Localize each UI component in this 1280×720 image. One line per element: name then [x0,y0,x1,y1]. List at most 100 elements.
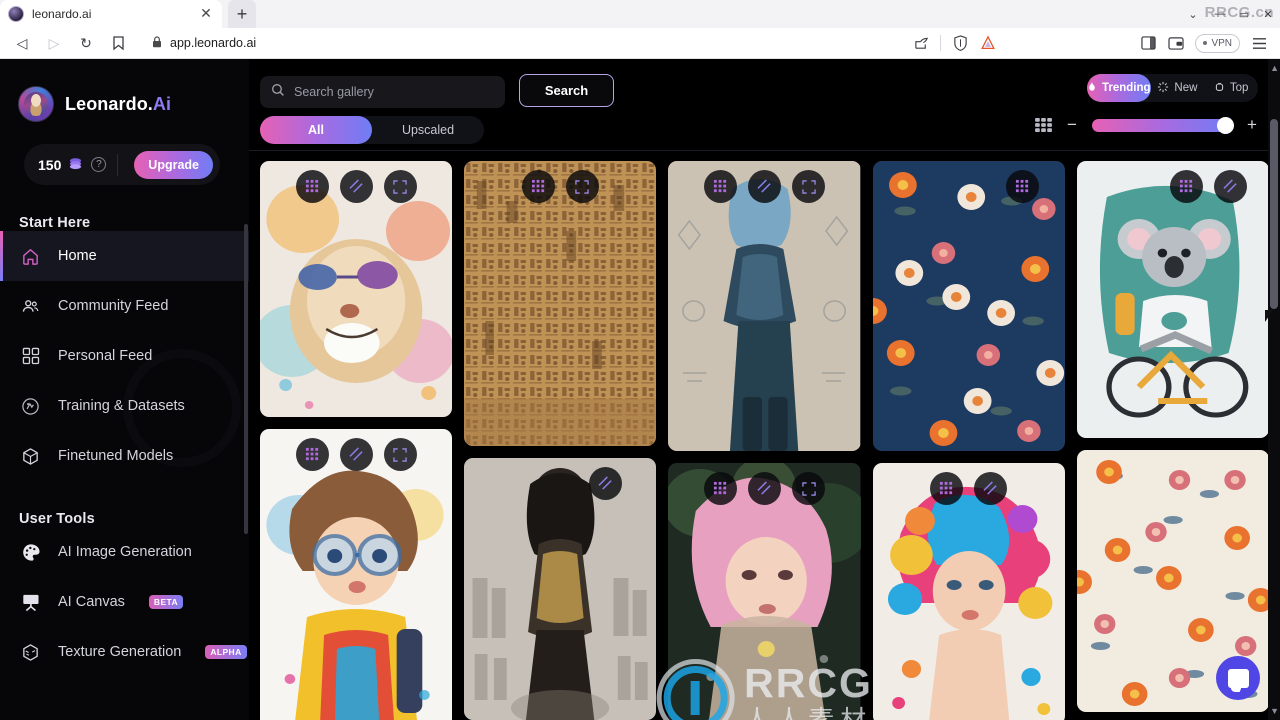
sidebar-item-label: Community Feed [58,298,169,314]
upscale-icon[interactable] [339,438,373,471]
expand-icon[interactable] [792,472,825,505]
upscale-icon[interactable] [748,170,781,203]
sidebar-item-label: AI Canvas [58,594,125,610]
web-page: Leonardo.Ai 150 ? Upgrade Start Here Hom… [0,59,1280,720]
upscale-icon[interactable] [974,472,1008,505]
back-icon[interactable]: ◁ [8,30,36,56]
gallery-column [464,161,657,720]
new-tab-button[interactable]: + [228,0,256,28]
zoom-slider-knob[interactable] [1217,116,1234,134]
brave-leo-icon[interactable] [975,30,1001,56]
expand-icon[interactable] [383,438,417,471]
remix-icon[interactable] [704,472,737,505]
sidebar-item-home[interactable]: Home [0,231,249,281]
sidebar-item-training-datasets[interactable]: Training & Datasets [0,381,249,431]
gallery-column [260,161,453,720]
gallery-card[interactable] [872,161,1065,451]
sidebar-item-label: Finetuned Models [58,448,174,464]
hamburger-menu-icon[interactable] [1246,30,1272,56]
expand-icon[interactable] [383,170,417,203]
scrollbar-thumb[interactable] [1270,119,1278,309]
gallery-card[interactable] [464,161,657,446]
sidebar-item-ai-image-generation[interactable]: AI Image Generation [0,527,249,577]
card-action-bar [873,472,1065,505]
upgrade-button[interactable]: Upgrade [134,150,213,179]
tab-top[interactable]: Top [1204,74,1258,102]
vpn-toggle[interactable]: VPN [1195,33,1240,53]
sidebar-item-finetuned-models[interactable]: Finetuned Models [0,431,249,481]
sidebar-item-label: Training & Datasets [58,398,185,414]
bookmark-icon[interactable] [104,30,132,56]
gallery-card[interactable] [1076,161,1270,438]
address-bar[interactable]: app.leonardo.ai [136,31,905,55]
chevron-down-icon[interactable]: ⌄ [1178,0,1208,28]
card-action-bar [873,170,1065,203]
upscale-icon[interactable] [1214,170,1248,203]
sidebar-item-community-feed[interactable]: Community Feed [0,281,249,331]
artwork-hieroglyphs [464,161,657,446]
remix-icon[interactable] [1005,170,1039,203]
training-datasets-icon [20,396,41,417]
remix-icon[interactable] [930,472,964,505]
brave-wallet-icon[interactable] [1163,30,1189,56]
app-brand[interactable]: Leonardo.Ai [0,59,249,122]
remix-icon[interactable] [295,170,329,203]
sidebar-item-texture-generation[interactable]: Texture Generation ALPHA [0,627,249,677]
gallery-card[interactable] [464,458,657,720]
grid-density-icon[interactable] [1035,118,1052,132]
question-mark-icon[interactable]: ? [91,157,107,172]
search-button[interactable]: Search [519,74,614,107]
sidebar-item-ai-canvas[interactable]: AI Canvas BETA [0,577,249,627]
tab-new[interactable]: New [1151,74,1205,102]
search-input[interactable]: Search gallery [260,76,505,108]
sidebar-scrollbar[interactable] [244,224,248,534]
gallery-card[interactable] [872,463,1065,720]
tab-label: Trending [1102,82,1151,94]
upscale-icon[interactable] [589,467,623,500]
page-scrollbar[interactable]: ▲ ▼ [1268,59,1280,720]
credits-divider [117,153,119,176]
brave-shields-icon[interactable] [947,30,973,56]
search-placeholder: Search gallery [294,85,374,99]
zoom-in-button[interactable]: + [1246,115,1258,135]
remix-icon[interactable] [295,438,329,471]
expand-icon[interactable] [792,170,825,203]
gallery-card[interactable] [260,161,453,417]
scroll-down-arrow[interactable]: ▼ [1270,706,1279,716]
tab-upscaled[interactable]: Upscaled [372,116,484,144]
gallery-card[interactable] [668,161,861,451]
zoom-controls: − + [1035,115,1258,135]
remix-icon[interactable] [521,170,555,203]
upscale-icon[interactable] [748,472,781,505]
sidebar-item-label: Personal Feed [58,348,153,364]
tab-all[interactable]: All [260,116,372,144]
sidebar-section-title-start-here: Start Here [19,215,91,231]
brand-suffix-text: Ai [152,93,172,114]
gallery-card[interactable] [260,429,453,720]
share-icon[interactable] [908,30,934,56]
remix-icon[interactable] [1170,170,1204,203]
close-icon[interactable]: ✕ [198,6,214,22]
artwork-girl-glasses [260,429,453,720]
gallery-card[interactable] [668,463,861,720]
expand-icon[interactable] [565,170,599,203]
tab-trending[interactable]: Trending [1087,74,1151,102]
gallery-column [668,161,861,720]
artwork-blue-warrior [668,161,861,451]
forward-icon[interactable]: ▷ [40,30,68,56]
zoom-slider[interactable] [1092,116,1234,134]
scroll-up-arrow[interactable]: ▲ [1270,63,1279,73]
sidebar-panel-icon[interactable] [1135,30,1161,56]
upscale-icon[interactable] [339,170,373,203]
grid-squares-icon [20,346,41,367]
card-action-bar [464,467,656,500]
zoom-out-button[interactable]: − [1066,115,1078,135]
mouse-cursor [1265,310,1277,322]
sidebar-item-personal-feed[interactable]: Personal Feed [0,331,249,381]
card-action-bar [260,170,452,203]
intercom-chat-icon[interactable] [1216,656,1260,700]
tab-label: Top [1229,82,1249,94]
reload-icon[interactable]: ↻ [72,30,100,56]
remix-icon[interactable] [704,170,737,203]
browser-tab[interactable]: leonardo.ai ✕ [0,0,222,28]
